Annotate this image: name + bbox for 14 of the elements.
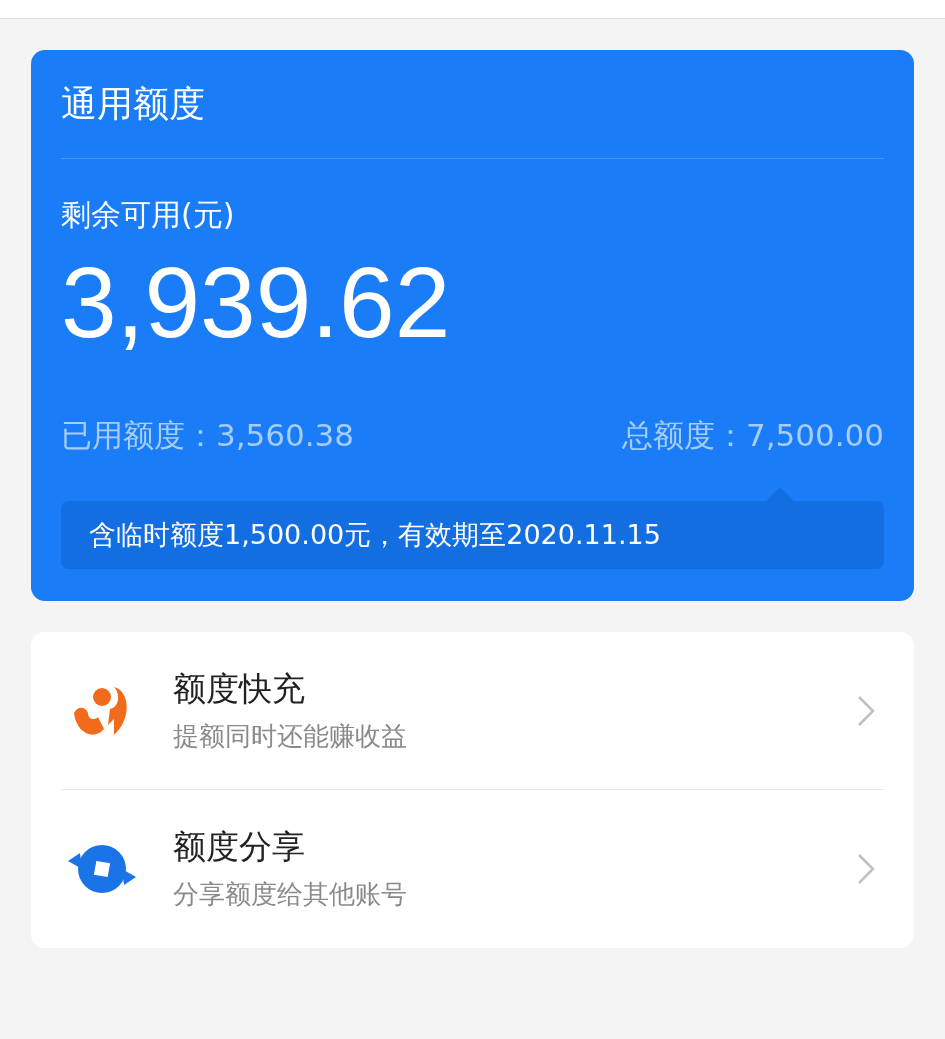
- service-row[interactable]: 额度快充 提额同时还能赚收益: [61, 632, 884, 790]
- service-title: 额度快充: [173, 667, 306, 710]
- used-amount: 已用额度：3,560.38: [61, 416, 355, 455]
- service-subtitle: 分享额度给其他账号: [173, 878, 408, 911]
- service-subtitle: 提额同时还能赚收益: [173, 719, 408, 753]
- chevron-right-icon: [856, 693, 876, 728]
- chevron-right-icon: [856, 852, 876, 886]
- available-amount: 3,939.62: [61, 247, 452, 357]
- available-label: 剩余可用(元): [61, 196, 236, 234]
- service-row[interactable]: 额度分享 分享额度给其他账号: [61, 790, 884, 948]
- total-amount: 总额度：7,500.00: [621, 416, 884, 455]
- note-text: 含临时额度1,500.00元，有效期至2020.11.15: [89, 517, 661, 552]
- service-title: 额度分享: [173, 826, 306, 868]
- card-title: 通用额度: [61, 82, 206, 126]
